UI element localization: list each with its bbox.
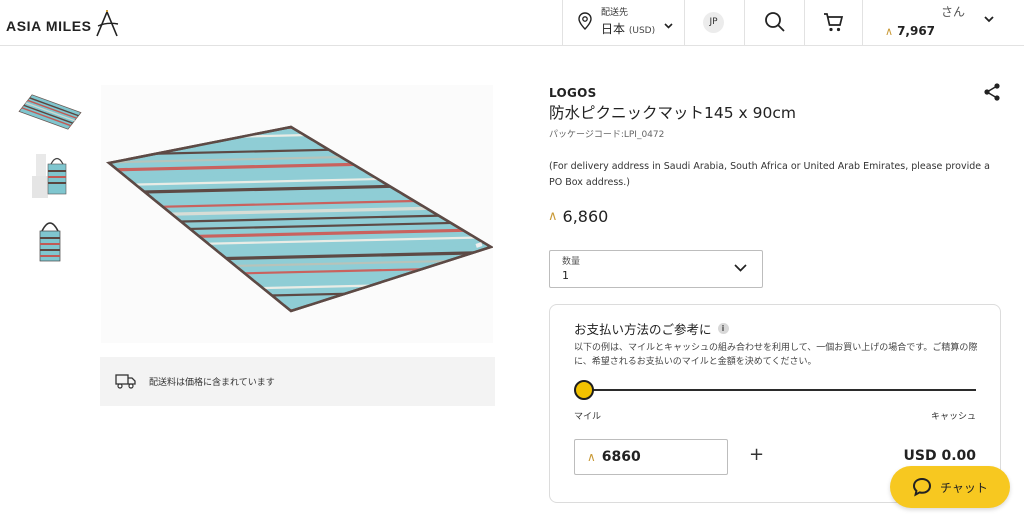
search-button[interactable] — [744, 0, 804, 45]
cart-icon — [824, 13, 844, 32]
asia-miles-logo[interactable]: ASIA MILES — [6, 8, 120, 38]
product-price: ∧ 6,860 — [548, 207, 608, 226]
language-selector[interactable]: JP — [684, 0, 744, 45]
quantity-select[interactable]: 数量 1 — [549, 250, 763, 288]
share-icon[interactable] — [982, 82, 1002, 102]
asia-miles-brush-icon — [95, 9, 118, 37]
miles-amount-value: 6860 — [601, 449, 641, 465]
picnic-mat-image — [101, 115, 495, 343]
payment-title: お支払い方法のご参考に i — [574, 319, 729, 338]
chevron-down-icon — [984, 16, 994, 23]
chevron-down-icon — [664, 23, 673, 29]
plus-sign: + — [749, 444, 765, 465]
deliver-to-selector[interactable]: 配送先 日本 (USD) — [562, 0, 684, 45]
chat-label: チャット — [940, 480, 988, 495]
delivery-note: (For delivery address in Saudi Arabia, S… — [549, 161, 990, 188]
mat-stripe — [101, 313, 493, 323]
deliver-currency: (USD) — [628, 26, 656, 36]
thumbnail-mat-bag-carry[interactable] — [14, 148, 86, 202]
miles-icon: ∧ — [548, 209, 558, 224]
payment-description: 以下の例は、マイルとキャッシュの組み合わせを利用して、一個お買い上げの場合です。… — [574, 343, 978, 367]
shipping-info: 配送料は価格に含まれています — [100, 357, 495, 406]
bag-image — [39, 222, 61, 262]
miles-icon: ∧ — [587, 450, 596, 464]
thumbnail-mat-flat[interactable] — [14, 85, 86, 139]
thumbnail-mat-bag[interactable] — [14, 213, 86, 267]
product-brand: LOGOS — [549, 86, 597, 100]
cash-amount: USD 0.00 — [903, 448, 977, 464]
mat-image — [18, 94, 82, 130]
product-main-image[interactable] — [101, 85, 495, 343]
quantity-label: 数量 — [562, 257, 581, 267]
deliver-label: 配送先 — [601, 8, 629, 18]
user-greeting: さん — [941, 5, 966, 19]
chat-button[interactable]: チャット — [890, 466, 1010, 508]
package-code: パッケージコード:LPI_0472 — [549, 130, 665, 140]
logo-text: ASIA MILES — [6, 18, 92, 34]
info-icon[interactable]: i — [717, 323, 729, 334]
miles-balance-value: 7,967 — [897, 24, 936, 38]
miles-cash-slider-handle[interactable] — [574, 380, 594, 400]
shipping-text: 配送料は価格に含まれています — [149, 378, 275, 388]
product-title: 防水ピクニックマット145 x 90cm — [549, 104, 796, 122]
bag-carry-image — [32, 154, 67, 198]
mat-stripe — [101, 328, 493, 338]
mat-stripe — [101, 335, 493, 343]
quantity-value: 1 — [562, 269, 569, 282]
slider-miles-label: マイル — [574, 412, 602, 422]
truck-icon — [115, 374, 136, 389]
miles-icon: ∧ — [885, 24, 894, 38]
miles-balance: ∧ 7,967 — [885, 24, 935, 38]
chevron-down-icon — [734, 264, 747, 272]
price-value: 6,860 — [562, 207, 609, 226]
site-header: ASIA MILES 配送先 日本 (USD) JP さん ∧ 7,967 — [0, 0, 1024, 46]
search-icon — [765, 12, 785, 32]
chat-bubble-icon — [913, 477, 932, 497]
payment-title-text: お支払い方法のご参考に — [574, 322, 712, 337]
cart-button[interactable] — [804, 0, 862, 45]
location-pin-icon — [578, 12, 592, 30]
language-badge: JP — [703, 12, 724, 33]
deliver-value: 日本 (USD) — [601, 20, 655, 37]
account-menu[interactable]: さん ∧ 7,967 — [862, 0, 1024, 45]
mat-stripe — [101, 320, 493, 330]
slider-cash-label: キャッシュ — [930, 412, 976, 422]
deliver-country: 日本 — [601, 22, 626, 36]
miles-amount-input[interactable]: ∧ 6860 — [574, 439, 728, 475]
mat-stripe — [101, 115, 493, 125]
miles-cash-slider-track[interactable] — [578, 389, 976, 391]
